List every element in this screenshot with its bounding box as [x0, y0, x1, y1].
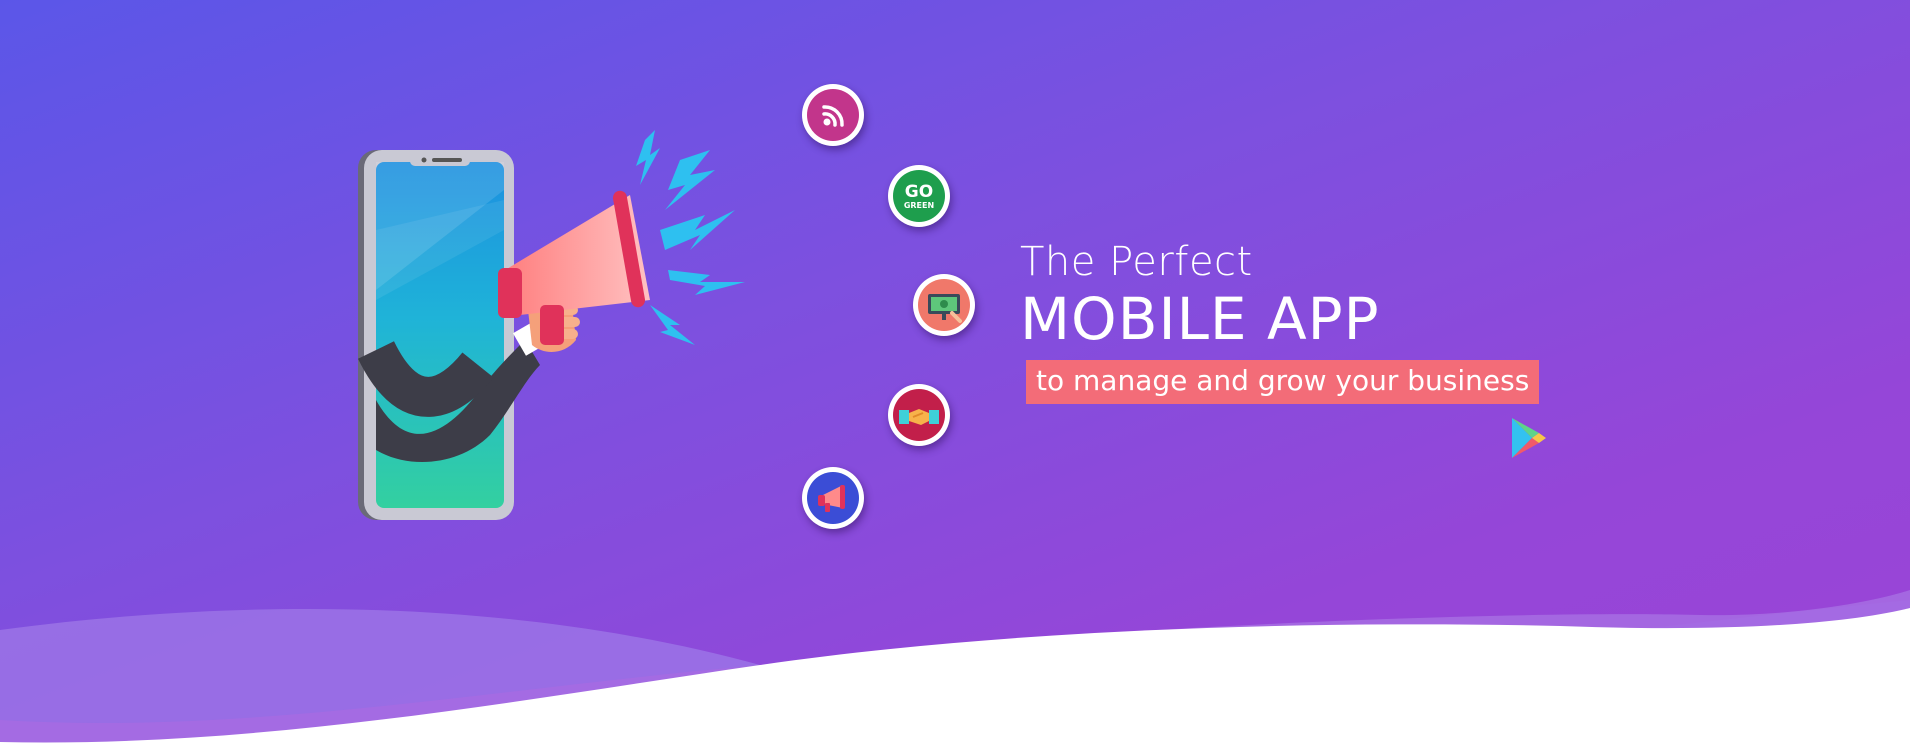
go-green-icon: GO GREEN	[904, 182, 934, 210]
sound-bolts	[636, 130, 745, 345]
arm-sleeve	[358, 340, 540, 462]
google-play-icon	[1512, 418, 1546, 458]
tagline-big: MOBILE APP	[1020, 285, 1380, 353]
google-play-button[interactable]	[1508, 416, 1548, 460]
handshake-feature-button[interactable]	[888, 384, 950, 446]
phone-megaphone-illustration	[358, 130, 745, 520]
wifi-feature-button[interactable]	[802, 84, 864, 146]
background-waves	[0, 590, 1910, 747]
money-feature-button[interactable]	[913, 274, 975, 336]
handshake-icon	[899, 409, 939, 425]
wifi-signal-icon	[822, 105, 844, 127]
green-label: GREEN	[904, 201, 934, 210]
go-label: GO	[905, 182, 933, 202]
go-green-feature-button[interactable]: GO GREEN	[888, 165, 950, 227]
tagline-small: The Perfect	[1020, 239, 1253, 285]
tagline-highlight: to manage and grow your business	[1026, 360, 1540, 404]
megaphone-feature-button[interactable]	[802, 467, 864, 529]
phone-body	[358, 150, 514, 520]
hero-headline: The Perfect MOBILE APP to manage and gro…	[1020, 239, 1540, 404]
money-screen-icon	[928, 294, 962, 323]
megaphone-icon	[818, 485, 845, 512]
